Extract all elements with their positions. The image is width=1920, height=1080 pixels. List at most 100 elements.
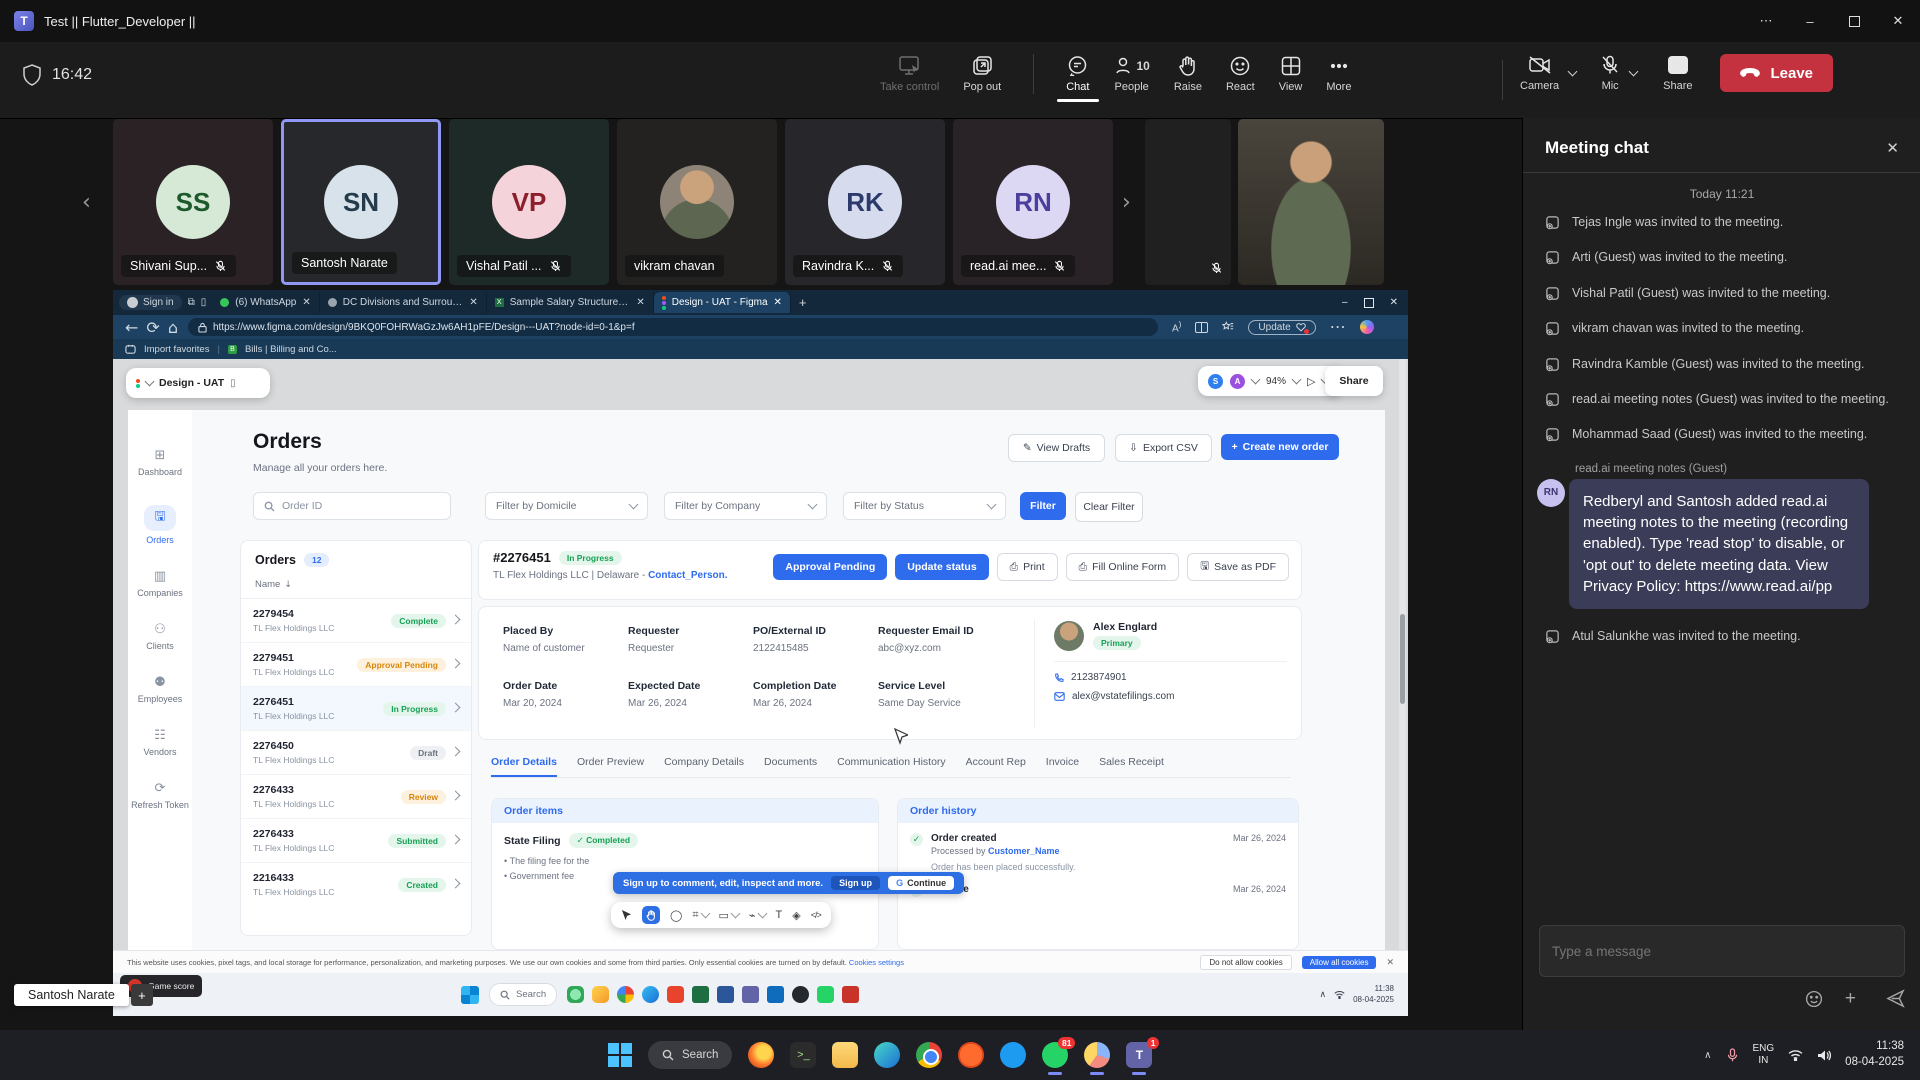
browser-maximize-button[interactable] [1364, 298, 1374, 308]
favorites-icon[interactable] [1222, 321, 1234, 333]
fill-online-form-button[interactable]: ⎙Fill Online Form [1066, 553, 1180, 581]
maximize-button[interactable] [1832, 0, 1876, 42]
allow-cookies-button[interactable]: Allow all cookies [1302, 956, 1377, 969]
twitter-icon[interactable] [1000, 1042, 1026, 1068]
tab-close-icon[interactable]: ✕ [636, 297, 644, 308]
order-id-search[interactable]: Order ID [253, 492, 451, 520]
cookie-settings-link[interactable]: Cookies settings [849, 958, 904, 967]
workspaces-icon[interactable]: ⧉ [188, 297, 195, 308]
video-tile-partial[interactable] [1145, 119, 1231, 285]
connector-tool[interactable]: ⌁ [749, 909, 766, 922]
terminal-icon[interactable]: >_ [790, 1042, 816, 1068]
tab-sales-receipt[interactable]: Sales Receipt [1099, 756, 1164, 777]
raise-hand-button[interactable]: Raise [1174, 56, 1202, 93]
cookie-close-icon[interactable]: ✕ [1386, 957, 1394, 968]
browser-tab[interactable]: X Sample Salary Structure with calc✕ [487, 292, 654, 313]
refresh-icon[interactable]: ⟳ [146, 318, 159, 337]
sidebar-item-refresh-token[interactable]: ⟳Refresh Token [128, 781, 192, 810]
camera-options-chevron[interactable] [1568, 67, 1578, 77]
copilot-icon[interactable] [1360, 320, 1374, 334]
layout-panel-icon[interactable]: ▯ [230, 378, 236, 389]
strip-scroll-right-button[interactable]: › [1122, 190, 1131, 215]
minimize-button[interactable]: – [1788, 0, 1832, 42]
order-row[interactable]: 2279454TL Flex Holdings LLC Complete [241, 599, 471, 643]
video-tile-photo[interactable] [1238, 119, 1384, 285]
strip-scroll-left-button[interactable]: ‹ [82, 190, 91, 215]
start-button[interactable] [608, 1043, 632, 1067]
order-row[interactable]: 2279451TL Flex Holdings LLC Approval Pen… [241, 643, 471, 687]
video-tile[interactable]: SS Shivani Sup... [113, 119, 273, 285]
chrome-profile-icon[interactable] [1084, 1042, 1110, 1068]
video-tile-active-speaker[interactable]: SN Santosh Narate [281, 119, 441, 285]
edge-icon[interactable] [874, 1042, 900, 1068]
collaborator-avatar[interactable]: S [1208, 374, 1223, 389]
order-row[interactable]: 2276450TL Flex Holdings LLC Draft [241, 731, 471, 775]
firefox-icon[interactable] [748, 1042, 774, 1068]
whatsapp-icon[interactable]: 81 [1042, 1042, 1068, 1068]
order-row[interactable]: 2216433TL Flex Holdings LLC Created [241, 863, 471, 906]
signup-button[interactable]: Sign up [831, 876, 880, 890]
video-tile[interactable]: VP Vishal Patil ... [449, 119, 609, 285]
filter-company-select[interactable]: Filter by Company [664, 492, 827, 520]
contact-email[interactable]: alex@vstatefilings.com [1054, 691, 1287, 702]
hand-tool-icon[interactable] [642, 906, 660, 924]
mic-in-use-icon[interactable] [1726, 1048, 1739, 1063]
sidebar-item-orders[interactable]: 🖫Orders [128, 505, 192, 545]
filter-status-select[interactable]: Filter by Status [843, 492, 1006, 520]
sidebar-item-employees[interactable]: ⚉Employees [128, 675, 192, 704]
tray-expand-chevron[interactable]: ∧ [1704, 1050, 1711, 1061]
emoji-icon[interactable] [1805, 990, 1823, 1008]
taskbar-search[interactable]: Search [648, 1041, 732, 1069]
video-tile[interactable]: vikram chavan [617, 119, 777, 285]
sidebar-item-dashboard[interactable]: ⊞Dashboard [128, 448, 192, 477]
wifi-icon[interactable] [1788, 1049, 1803, 1061]
taskbar-clock[interactable]: 11:38 08-04-2025 [1845, 1039, 1904, 1070]
comment-tool-icon[interactable]: ◯ [670, 909, 682, 922]
order-row[interactable]: 2276433TL Flex Holdings LLC Submitted [241, 819, 471, 863]
presenter-expand-button[interactable]: + [131, 984, 153, 1006]
file-explorer-icon[interactable] [832, 1042, 858, 1068]
mic-options-chevron[interactable] [1629, 67, 1639, 77]
component-tool-icon[interactable]: ◈ [792, 909, 800, 922]
browser-profile-button[interactable]: Sign in [119, 295, 182, 310]
zoom-chevron[interactable] [1292, 375, 1302, 385]
name-column-header[interactable]: Name [255, 579, 280, 590]
doc-menu-chevron[interactable] [145, 377, 155, 387]
camera-button[interactable]: Camera [1520, 55, 1559, 92]
video-tile[interactable]: RK Ravindra K... [785, 119, 945, 285]
browser-menu-icon[interactable]: ⋯ [1330, 317, 1346, 337]
canvas-scrollbar-track[interactable] [1399, 359, 1406, 950]
tab-actions-icon[interactable]: ▯ [201, 297, 207, 308]
favorite-item[interactable]: Bills | Billing and Co... [245, 344, 337, 355]
leave-button[interactable]: Leave [1720, 54, 1833, 92]
order-row-selected[interactable]: 2276451TL Flex Holdings LLC In Progress [241, 687, 471, 731]
tab-close-icon[interactable]: ✕ [774, 297, 782, 308]
present-icon[interactable]: ▷ [1307, 375, 1315, 388]
volume-icon[interactable] [1817, 1049, 1831, 1062]
browser-tab[interactable]: (6) WhatsApp✕ [212, 292, 320, 313]
filter-button[interactable]: Filter [1020, 492, 1066, 520]
home-icon[interactable]: ⌂ [168, 318, 178, 337]
more-button[interactable]: More [1326, 56, 1351, 93]
brave-icon[interactable] [958, 1042, 984, 1068]
sidebar-item-clients[interactable]: ⚇Clients [128, 622, 192, 651]
tab-close-icon[interactable]: ✕ [469, 297, 477, 308]
collaborator-avatar[interactable]: A [1230, 374, 1245, 389]
pop-out-button[interactable]: Pop out [963, 56, 1001, 93]
split-screen-icon[interactable] [1195, 322, 1208, 333]
favorite-item[interactable]: Import favorites [144, 344, 209, 355]
tab-account-rep[interactable]: Account Rep [966, 756, 1026, 777]
sidebar-item-companies[interactable]: ▥Companies [128, 569, 192, 598]
browser-update-button[interactable]: Update [1248, 320, 1315, 335]
print-button[interactable]: ⎙Print [997, 553, 1058, 581]
language-indicator[interactable]: ENGIN [1753, 1043, 1775, 1068]
shape-tool[interactable]: ▭ [719, 909, 739, 922]
deny-cookies-button[interactable]: Do not allow cookies [1200, 955, 1291, 970]
close-button[interactable]: ✕ [1876, 0, 1920, 42]
create-order-button[interactable]: +Create new order [1221, 434, 1339, 460]
read-aloud-icon[interactable]: A) [1172, 319, 1181, 334]
mic-button[interactable]: Mic [1600, 55, 1620, 92]
tab-company-details[interactable]: Company Details [664, 756, 744, 777]
video-tile[interactable]: RN read.ai mee... [953, 119, 1113, 285]
view-button[interactable]: View [1279, 56, 1303, 93]
